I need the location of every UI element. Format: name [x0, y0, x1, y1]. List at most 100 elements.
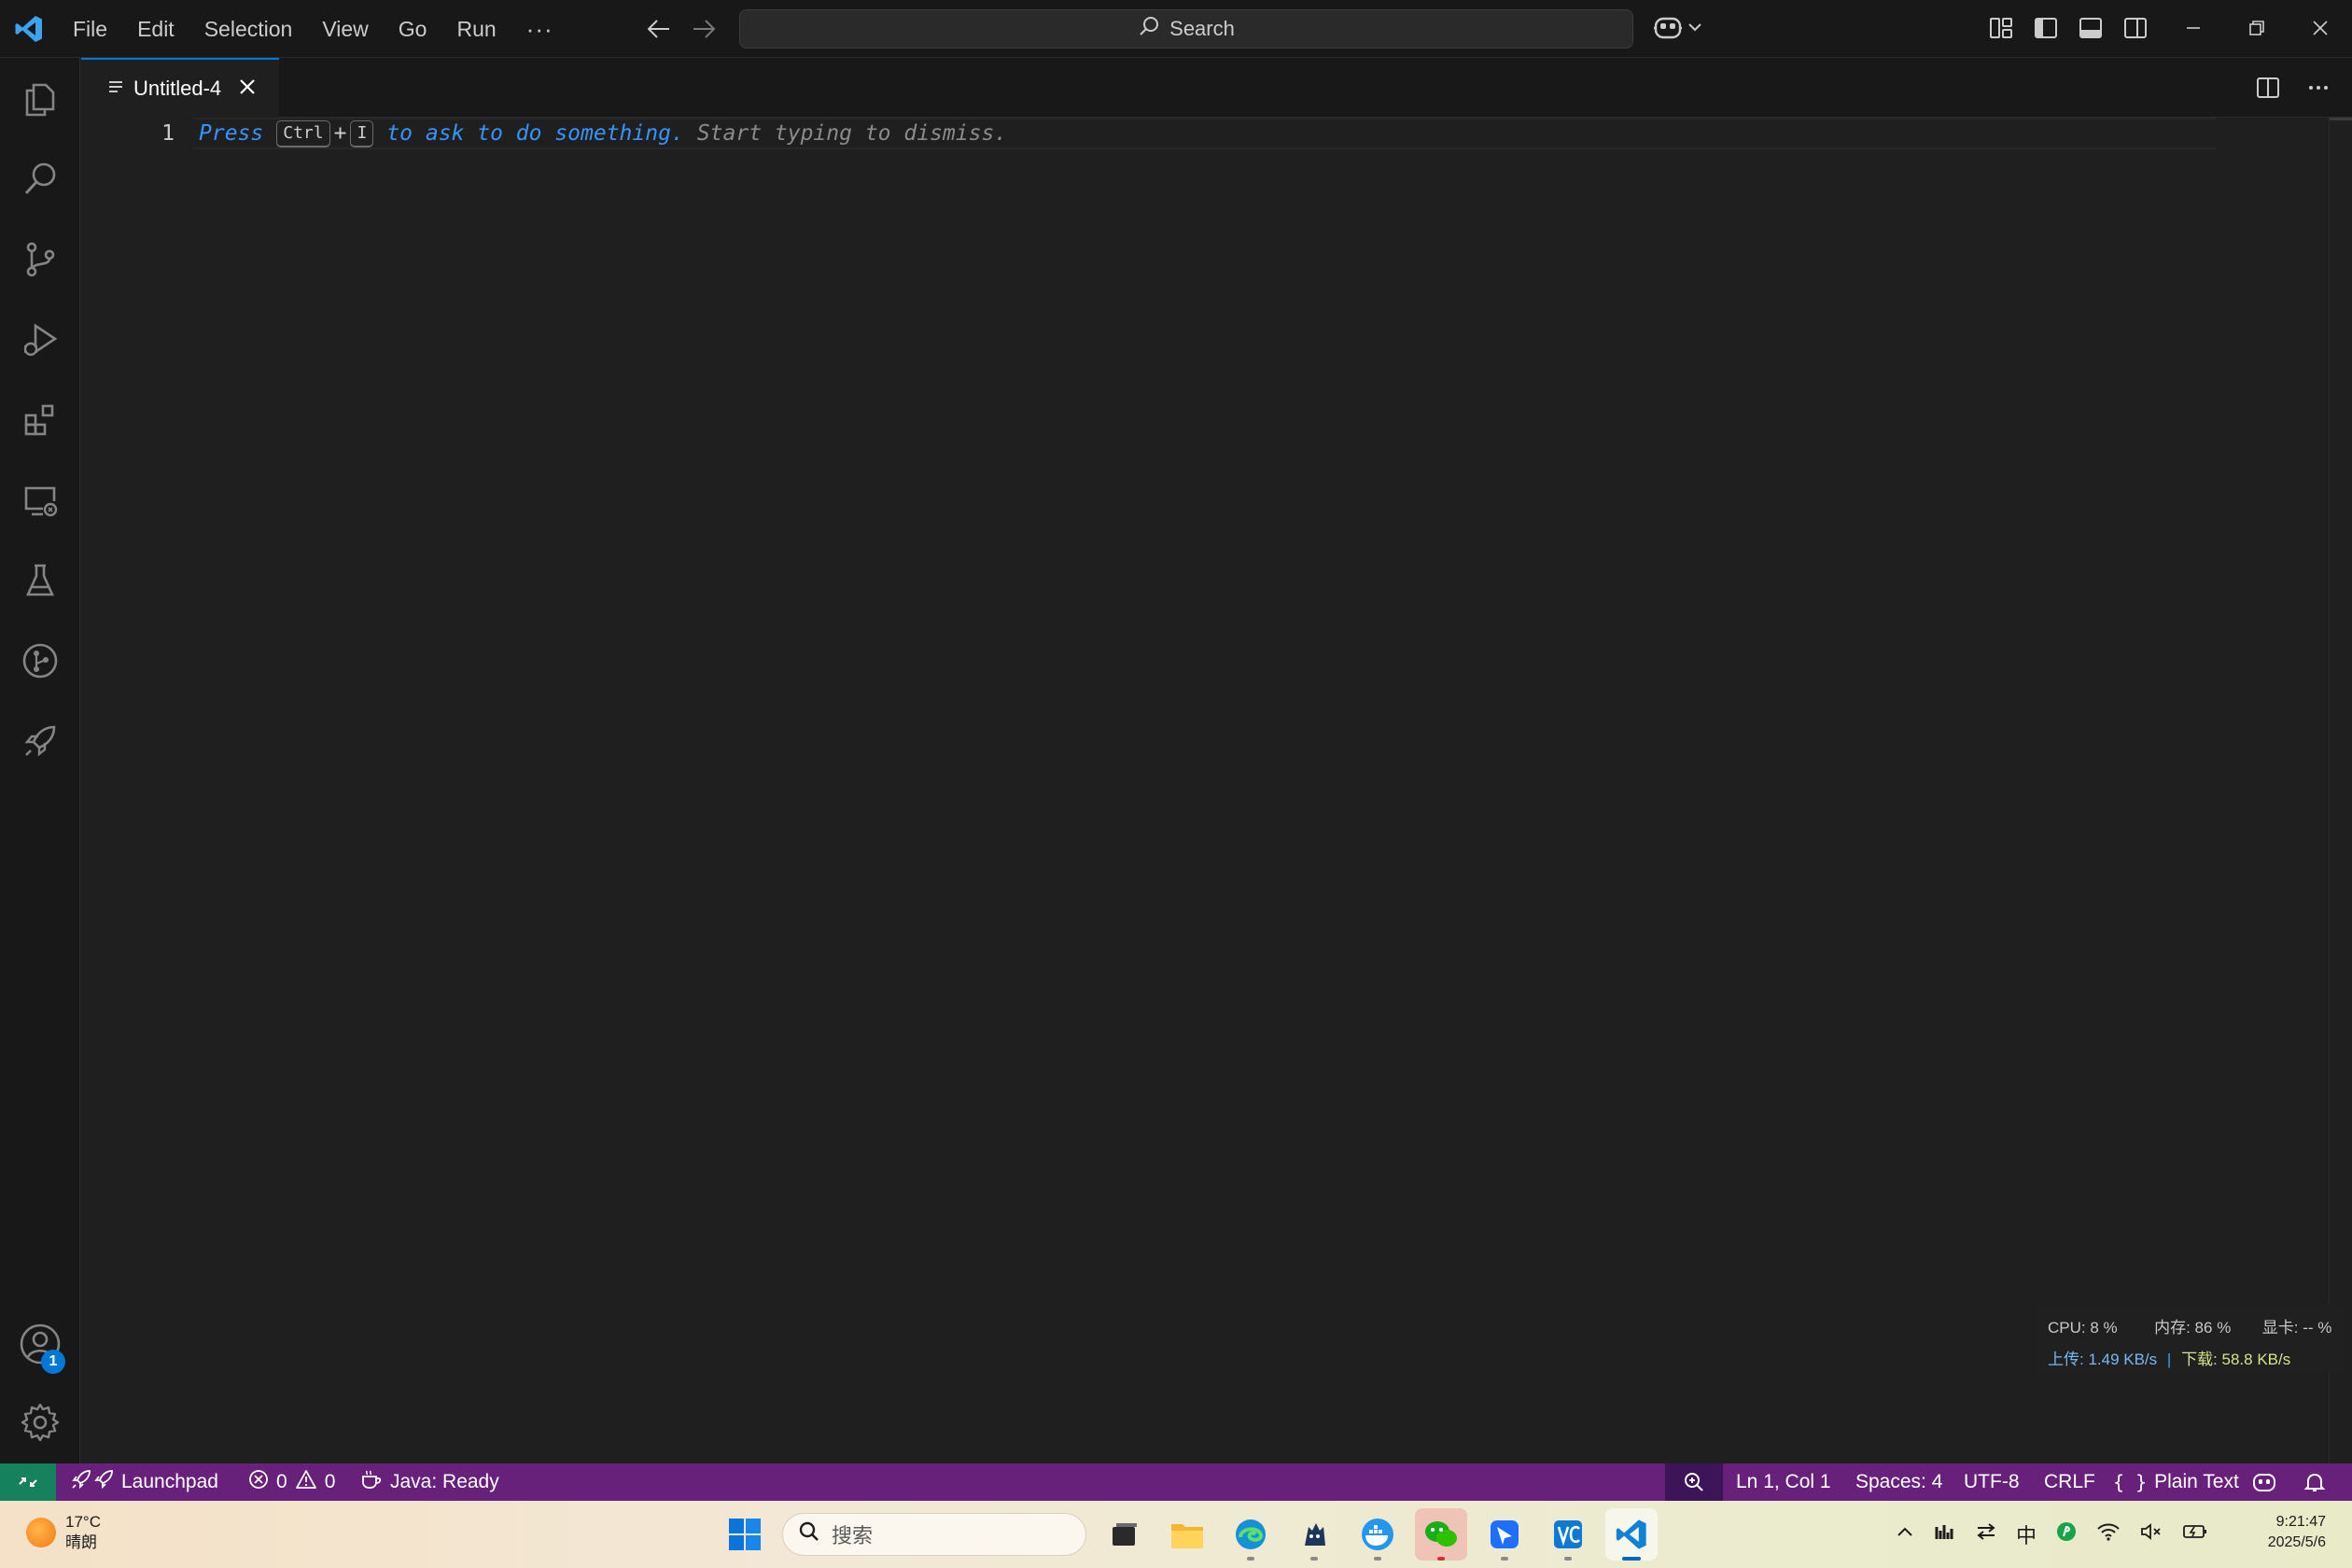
docker-icon[interactable] [1351, 1508, 1404, 1561]
ime-indicator[interactable]: 中 [2016, 1519, 2037, 1549]
edge-browser-icon[interactable] [1225, 1508, 1277, 1561]
search-icon [1138, 15, 1160, 43]
wechat-icon[interactable] [1415, 1508, 1467, 1561]
green-app-tray-icon[interactable] [2055, 1520, 2078, 1548]
taskbar-search[interactable]: 搜索 [782, 1513, 1086, 1556]
editor-area[interactable]: 1 Press Ctrl + I to ask to do something.… [81, 118, 2352, 1463]
vc-app-icon[interactable] [1542, 1508, 1594, 1561]
clock[interactable]: 9:21:47 2025/5/6 [2268, 1512, 2326, 1553]
volume-muted-icon[interactable] [2139, 1521, 2163, 1547]
status-launchpad[interactable]: Launchpad [71, 1463, 218, 1501]
system-tray: 中 [1895, 1516, 2208, 1553]
menu-view[interactable]: View [307, 8, 383, 49]
status-cursor-position[interactable]: Ln 1, Col 1 [1736, 1463, 1831, 1501]
running-indicator [1622, 1557, 1641, 1561]
wifi-icon[interactable] [2096, 1521, 2121, 1547]
menu-go[interactable]: Go [384, 8, 442, 49]
running-indicator [1564, 1557, 1572, 1561]
editor-actions [2249, 69, 2337, 106]
coffee-cup-icon [360, 1469, 383, 1495]
hint-dismiss: Start typing to dismiss. [696, 121, 1008, 146]
hint-key-ctrl: Ctrl [276, 119, 330, 147]
chevron-down-icon [1687, 21, 1702, 37]
menu-selection[interactable]: Selection [189, 8, 308, 49]
remote-explorer-icon[interactable] [0, 463, 80, 538]
taskbar-apps: 搜索 [719, 1508, 1658, 1561]
copilot-status-icon[interactable] [2251, 1463, 2277, 1501]
toggle-primary-sidebar-icon[interactable] [2029, 11, 2063, 45]
menu-edit[interactable]: Edit [122, 8, 189, 49]
monitor-row-network: 上传: 1.49 KB/s | 下载: 58.8 KB/s [2048, 1346, 2290, 1369]
task-view-icon[interactable] [1098, 1508, 1150, 1561]
sunny-weather-icon [26, 1518, 56, 1547]
title-bar: File Edit Selection View Go Run ··· Sear… [0, 0, 2352, 58]
status-indentation[interactable]: Spaces: 4 [1855, 1463, 1942, 1501]
accounts-icon[interactable]: 1 [0, 1307, 80, 1381]
toggle-panel-icon[interactable] [2074, 11, 2107, 45]
settings-gear-icon[interactable] [0, 1385, 80, 1460]
transfer-arrows-icon[interactable] [1975, 1521, 1997, 1547]
source-control-icon[interactable] [0, 222, 80, 297]
weather-condition: 晴朗 [65, 1533, 97, 1551]
clock-date: 2025/5/6 [2267, 1534, 2326, 1550]
warning-icon [295, 1469, 317, 1495]
notifications-bell-icon[interactable] [2303, 1463, 2326, 1501]
vertical-scrollbar[interactable] [2330, 118, 2352, 120]
vscode-taskbar-icon[interactable] [1605, 1508, 1658, 1561]
activity-bar: 1 [0, 58, 80, 1463]
toggle-secondary-sidebar-icon[interactable] [2119, 11, 2152, 45]
chevron-up-icon[interactable] [1895, 1521, 1915, 1547]
running-indicator [1501, 1557, 1508, 1561]
hint-key-i: I [350, 119, 374, 147]
more-actions-icon[interactable] [2300, 69, 2337, 106]
split-editor-icon[interactable] [2249, 69, 2287, 106]
weather-widget[interactable]: 17°C 晴朗 [26, 1512, 101, 1553]
launchpad-label: Launchpad [121, 1471, 218, 1492]
feishu-lark-icon[interactable] [1478, 1508, 1531, 1561]
minimize-icon[interactable] [2162, 0, 2225, 56]
close-tab-icon[interactable] [238, 77, 257, 101]
close-window-icon[interactable] [2289, 0, 2352, 56]
remote-indicator-icon[interactable] [0, 1463, 56, 1501]
run-debug-icon[interactable] [0, 302, 80, 377]
window-controls [2162, 0, 2352, 56]
status-eol[interactable]: CRLF [2044, 1463, 2095, 1501]
launchpad-rocket-icon[interactable] [0, 704, 80, 778]
language-label: Plain Text [2154, 1471, 2239, 1492]
braces-icon: { } [2113, 1471, 2148, 1493]
overview-ruler [2329, 118, 2330, 1463]
menu-more-button[interactable]: ··· [511, 15, 568, 44]
git-graph-icon[interactable] [0, 623, 80, 698]
back-arrow-icon[interactable] [642, 13, 676, 45]
search-view-icon[interactable] [0, 142, 80, 217]
status-encoding[interactable]: UTF-8 [1964, 1463, 2020, 1501]
restore-icon[interactable] [2225, 0, 2289, 56]
copilot-menu-button[interactable] [1652, 11, 1702, 47]
status-problems[interactable]: 0 0 [248, 1463, 335, 1501]
zoom-icon[interactable] [1665, 1463, 1723, 1501]
windows-start-icon[interactable] [719, 1508, 771, 1561]
customize-layout-icon[interactable] [1984, 11, 2018, 45]
inline-chat-hint: Press Ctrl + I to ask to do something. S… [199, 119, 1007, 147]
file-explorer-icon[interactable] [1161, 1508, 1213, 1561]
menu-file[interactable]: File [58, 8, 122, 49]
menu-run[interactable]: Run [441, 8, 511, 49]
performance-meter-icon[interactable] [1934, 1521, 1956, 1547]
hint-plus: + [333, 121, 347, 146]
extensions-icon[interactable] [0, 383, 80, 457]
tab-untitled-4[interactable]: Untitled-4 [81, 58, 279, 118]
status-java[interactable]: Java: Ready [360, 1463, 499, 1501]
hint-ask-link[interactable]: to ask to do something. [386, 119, 684, 147]
memory-usage: 内存: 86 % [2154, 1319, 2232, 1337]
battery-charging-icon[interactable] [2182, 1521, 2208, 1547]
temperature: 17°C [65, 1513, 101, 1531]
explorer-icon[interactable] [0, 62, 80, 136]
status-language[interactable]: { } Plain Text [2113, 1463, 2239, 1501]
running-indicator [1247, 1557, 1254, 1561]
editor-tab-bar: Untitled-4 [81, 58, 2352, 118]
terminal-app-icon[interactable] [1288, 1508, 1340, 1561]
command-center-search[interactable]: Search [739, 9, 1633, 49]
forward-arrow-icon[interactable] [687, 13, 721, 45]
testing-icon[interactable] [0, 543, 80, 618]
vscode-logo-icon [13, 13, 45, 45]
